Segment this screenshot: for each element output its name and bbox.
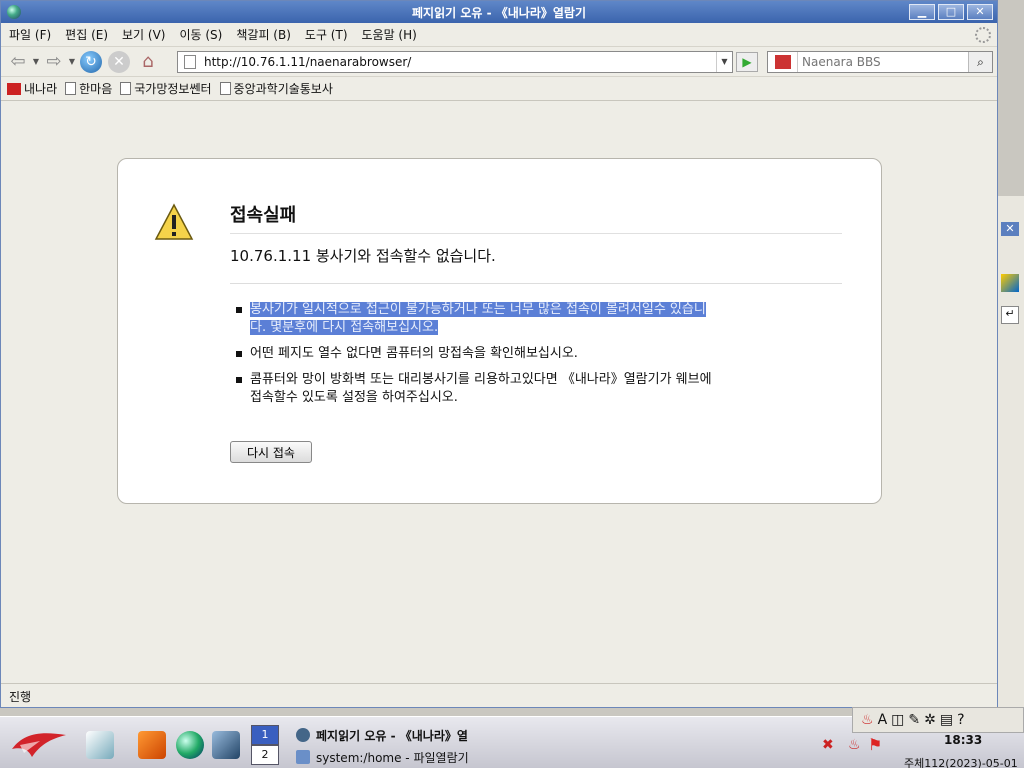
title-bar[interactable]: 페지읽기 오유 - 《내나라》열람기 ▁ □ ✕ — [1, 1, 997, 23]
navigation-toolbar: ⇦ ▼ ⇨ ▼ ↻ ✕ ⌂ http://10.76.1.11/naenarab… — [1, 47, 997, 77]
search-bar[interactable]: ⌕ — [767, 51, 993, 73]
url-dropdown-icon[interactable]: ▼ — [716, 52, 732, 72]
clipboard-icon[interactable]: ▤ — [940, 712, 953, 728]
bookmark-national-network[interactable]: 국가망정보쎈터 — [120, 80, 212, 97]
page-icon — [65, 82, 77, 95]
page-icon — [219, 82, 231, 95]
folder-icon — [296, 750, 310, 764]
task-file-manager[interactable]: system:/home - 파일열람기 — [296, 747, 469, 767]
page-content: 접속실패 10.76.1.11 봉사기와 접속할수 없습니다. 봉사기가 일시적… — [1, 105, 997, 683]
error-title: 접속실패 — [230, 201, 842, 234]
home-icon[interactable]: ⌂ — [136, 51, 160, 73]
warning-icon — [154, 203, 194, 240]
go-icon[interactable]: ▶ — [736, 52, 758, 72]
menu-bar: 파일 (F) 편집 (E) 보기 (V) 이동 (S) 책갈피 (B) 도구 (… — [1, 23, 997, 47]
stop-icon[interactable]: ✕ — [108, 50, 130, 73]
browser-launcher-icon[interactable] — [176, 731, 204, 759]
list-item: 어떤 페지도 열수 없다면 콤퓨터의 망접속을 확인해보십시오. — [234, 345, 794, 363]
throbber-icon — [975, 27, 991, 43]
try-again-button[interactable]: 다시 접속 — [230, 441, 312, 463]
media-launcher-icon[interactable] — [212, 731, 240, 759]
menu-file[interactable]: 파일 (F) — [9, 26, 51, 43]
list-item: 콤퓨터와 망이 방화벽 또는 대리봉사기를 리용하고있다면 《내나라》열람기가 … — [234, 371, 794, 407]
bookmark-science-news[interactable]: 중앙과학기술통보사 — [219, 80, 333, 97]
menu-tools[interactable]: 도구 (T) — [305, 26, 348, 43]
page-icon — [120, 82, 132, 95]
flag-icon[interactable]: ⚑ — [868, 735, 882, 754]
minimize-button[interactable]: ▁ — [909, 4, 935, 20]
error-message: 10.76.1.11 봉사기와 접속할수 없습니다. — [230, 247, 496, 265]
status-bar: 진행 — [1, 683, 997, 707]
volume-muted-icon[interactable]: ✖ — [822, 737, 834, 753]
close-icon[interactable]: ✕ — [1001, 222, 1019, 236]
files-launcher-icon[interactable] — [138, 731, 166, 759]
bookmark-naenara[interactable]: 내나라 — [7, 80, 57, 97]
taskbar: 1 2 페지읽기 오유 - 《내나라》열 system:/home - 파일열람… — [0, 707, 1024, 768]
bookmark-hanmaeum[interactable]: 한마음 — [65, 80, 112, 97]
desktop-1-button[interactable]: 1 — [251, 725, 279, 745]
notes-icon[interactable]: ✎ — [908, 712, 920, 728]
url-bar[interactable]: http://10.76.1.11/naenarabrowser/ ▼ — [177, 51, 733, 73]
list-item: 봉사기가 일시적으로 접근이 불가능하거나 또는 너무 많은 접속이 몰려서일수… — [234, 301, 794, 337]
start-menu-logo-icon[interactable] — [10, 727, 68, 759]
reload-icon[interactable]: ↻ — [80, 50, 102, 73]
window-title: 페지읽기 오유 - 《내나라》열람기 — [412, 5, 586, 20]
forward-dropdown-icon[interactable]: ▼ — [67, 57, 77, 66]
naenara-logo-icon — [7, 82, 21, 95]
flame-icon[interactable]: ♨ — [861, 712, 874, 728]
status-text: 진행 — [9, 690, 32, 704]
system-tray: ♨ A ◫ ✎ ✲ ▤ ? — [852, 707, 1024, 733]
menu-view[interactable]: 보기 (V) — [122, 26, 165, 43]
editor-launcher-icon[interactable] — [86, 731, 114, 759]
url-text[interactable]: http://10.76.1.11/naenarabrowser/ — [204, 55, 411, 69]
back-dropdown-icon[interactable]: ▼ — [31, 57, 41, 66]
enter-icon[interactable]: ↵ — [1001, 306, 1019, 324]
search-input[interactable] — [798, 53, 958, 71]
close-button[interactable]: ✕ — [967, 4, 993, 20]
menu-go[interactable]: 이동 (S) — [179, 26, 222, 43]
app-icon[interactable] — [1001, 274, 1019, 292]
divider — [230, 283, 842, 284]
maximize-button[interactable]: □ — [938, 4, 964, 20]
error-panel: 접속실패 10.76.1.11 봉사기와 접속할수 없습니다. 봉사기가 일시적… — [117, 158, 882, 504]
task-browser[interactable]: 페지읽기 오유 - 《내나라》열 — [296, 725, 468, 745]
date: 주체112(2023)-05-01 — [904, 757, 1018, 768]
font-icon[interactable]: A — [878, 712, 888, 728]
desktop-pager: 1 2 — [251, 725, 279, 768]
help-icon[interactable]: ? — [957, 712, 964, 728]
error-suggestions: 봉사기가 일시적으로 접근이 불가능하거나 또는 너무 많은 접속이 몰려서일수… — [234, 301, 794, 415]
menu-bookmarks[interactable]: 책갈피 (B) — [236, 26, 291, 43]
desktop-2-button[interactable]: 2 — [251, 745, 279, 765]
menu-edit[interactable]: 편집 (E) — [65, 26, 108, 43]
tools-icon[interactable]: ✲ — [924, 712, 936, 728]
globe-icon — [296, 728, 310, 742]
menu-help[interactable]: 도움말 (H) — [362, 26, 417, 43]
bookmarks-toolbar: 내나라 한마음 국가망정보쎈터 중앙과학기술통보사 — [1, 77, 997, 101]
back-arrow-icon[interactable]: ⇦ — [5, 50, 31, 74]
page-icon — [184, 55, 196, 69]
search-engine-icon[interactable] — [768, 52, 798, 72]
flame-icon[interactable]: ♨ — [848, 737, 861, 753]
clock[interactable]: 18:33 — [944, 733, 982, 747]
browser-window: 페지읽기 오유 - 《내나라》열람기 ▁ □ ✕ 파일 (F) 편집 (E) 보… — [0, 0, 998, 708]
background-window: ✕ ↵ — [996, 196, 1024, 716]
search-icon[interactable]: ⌕ — [968, 52, 992, 72]
forward-arrow-icon[interactable]: ⇨ — [41, 50, 67, 74]
window-icon[interactable]: ◫ — [891, 712, 904, 728]
